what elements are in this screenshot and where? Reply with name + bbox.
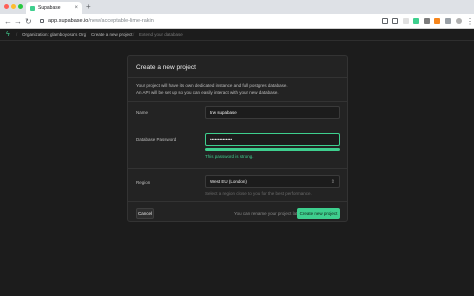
breadcrumb-organization[interactable]: Organization: glamboyosa's Org xyxy=(22,31,86,39)
url-host: app.supabase.io xyxy=(48,18,89,24)
breadcrumb-separator: / xyxy=(133,32,135,37)
url-path: /new/acceptable-lime-rakin xyxy=(88,18,154,24)
extension-icon[interactable] xyxy=(403,18,409,24)
breadcrumb-extend-database: Extend your database xyxy=(139,32,183,37)
forward-icon[interactable]: → xyxy=(14,16,22,27)
app-navbar: ϟ / Organization: glamboyosa's Org / Cre… xyxy=(0,29,474,41)
tab-title: Supabase xyxy=(38,5,61,11)
supabase-logo-icon[interactable]: ϟ xyxy=(6,31,10,39)
divider xyxy=(128,101,347,102)
region-select-value: West EU (London) xyxy=(210,179,247,184)
breadcrumb-separator: / xyxy=(85,32,87,37)
browser-toolbar: ← → ↻ app.supabase.io/new/acceptable-lim… xyxy=(0,14,474,29)
metamask-icon[interactable] xyxy=(434,18,440,24)
breadcrumb-separator: / xyxy=(16,32,18,37)
database-password-input[interactable]: •••••••••••••• xyxy=(205,133,340,146)
password-strength-bar xyxy=(205,148,340,151)
lock-icon[interactable] xyxy=(40,19,44,23)
key-icon[interactable] xyxy=(382,18,388,24)
description-line-2: An API will be set up so you can easily … xyxy=(136,90,279,95)
breadcrumb-create-project[interactable]: Create a new project xyxy=(91,31,133,39)
puzzle-icon[interactable] xyxy=(424,18,430,24)
rename-note: You can rename your project later xyxy=(234,211,302,216)
region-label: Region xyxy=(136,180,151,185)
maximize-window-icon[interactable] xyxy=(18,4,23,9)
divider xyxy=(128,77,347,78)
address-bar[interactable]: app.supabase.io/new/acceptable-lime-raki… xyxy=(48,17,154,26)
password-strength-text: This password is strong. xyxy=(205,154,254,159)
card-title: Create a new project xyxy=(136,64,196,71)
password-label: Database Password xyxy=(136,137,177,142)
minimize-window-icon[interactable] xyxy=(11,4,16,9)
name-label: Name xyxy=(136,110,149,115)
create-project-button[interactable]: Create new project xyxy=(297,208,340,219)
close-window-icon[interactable] xyxy=(4,4,9,9)
cancel-button[interactable]: Cancel xyxy=(136,208,154,219)
reload-icon[interactable]: ↻ xyxy=(25,16,32,27)
browser-tab-strip: Supabase × + xyxy=(0,0,474,14)
region-help-text: Select a region close to you for the bes… xyxy=(205,191,312,196)
project-name-input[interactable]: trw supabase xyxy=(205,106,340,119)
divider xyxy=(128,201,347,202)
tab-close-icon[interactable]: × xyxy=(74,4,78,12)
new-tab-icon[interactable]: + xyxy=(86,2,91,12)
shield-icon[interactable] xyxy=(413,18,419,24)
create-project-card: Create a new project Your project will h… xyxy=(127,55,348,222)
browser-tab[interactable]: Supabase × xyxy=(26,2,82,14)
profile-avatar-icon[interactable] xyxy=(456,18,462,24)
region-select[interactable]: West EU (London) ⇕ xyxy=(205,175,340,188)
extensions-icon[interactable] xyxy=(445,18,451,24)
chevron-updown-icon: ⇕ xyxy=(330,179,335,185)
star-icon[interactable] xyxy=(392,18,398,24)
back-icon[interactable]: ← xyxy=(4,16,12,27)
description-line-1: Your project will have its own dedicated… xyxy=(136,83,288,88)
divider xyxy=(128,168,347,169)
supabase-favicon-icon xyxy=(30,5,35,11)
menu-dots-icon[interactable]: ⋮ xyxy=(466,16,474,27)
